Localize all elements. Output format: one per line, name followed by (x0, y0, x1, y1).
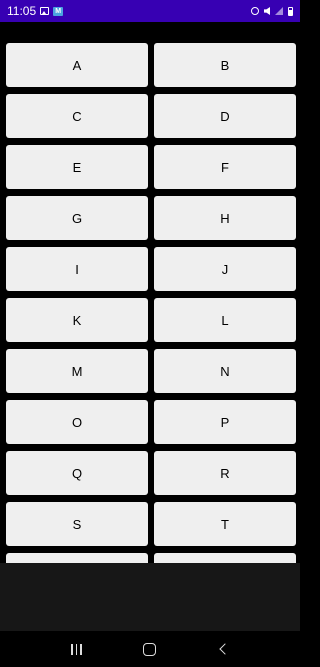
content-area: ABCDEFGHIJKLMNOPQRST (0, 22, 300, 563)
letter-button-n[interactable]: N (154, 349, 296, 393)
letter-button-j[interactable]: J (154, 247, 296, 291)
recents-button[interactable] (57, 634, 97, 664)
letter-button-l[interactable]: L (154, 298, 296, 342)
battery-icon (288, 6, 293, 16)
status-bar: 11:05 M (0, 0, 300, 22)
letter-button-g[interactable]: G (6, 196, 148, 240)
letter-button-c[interactable]: C (6, 94, 148, 138)
letter-button-m[interactable]: M (6, 349, 148, 393)
letter-button-h[interactable]: H (154, 196, 296, 240)
image-notification-icon (40, 7, 50, 15)
letter-button-k[interactable]: K (6, 298, 148, 342)
letter-button-d[interactable]: D (154, 94, 296, 138)
home-icon (143, 642, 157, 656)
lower-panel (0, 563, 300, 631)
letter-button-e[interactable]: E (6, 145, 148, 189)
status-left: 11:05 M (7, 4, 64, 18)
status-right (251, 6, 293, 16)
back-button[interactable] (203, 634, 243, 664)
letter-button-p[interactable]: P (154, 400, 296, 444)
letter-button-o[interactable]: O (6, 400, 148, 444)
signal-icon (275, 7, 283, 15)
letter-button-b[interactable]: B (154, 43, 296, 87)
letter-button-q[interactable]: Q (6, 451, 148, 495)
app-notification-icon: M (53, 6, 64, 16)
vibrate-icon (264, 7, 270, 15)
letter-button-21[interactable] (154, 553, 296, 563)
status-time: 11:05 (7, 4, 37, 18)
letter-button-r[interactable]: R (154, 451, 296, 495)
letter-button-a[interactable]: A (6, 43, 148, 87)
letter-button-s[interactable]: S (6, 502, 148, 546)
letter-button-grid: ABCDEFGHIJKLMNOPQRST (6, 43, 296, 563)
recents-icon (71, 643, 82, 655)
letter-button-f[interactable]: F (154, 145, 296, 189)
letter-button-t[interactable]: T (154, 502, 296, 546)
navigation-bar (0, 631, 300, 667)
letter-button-20[interactable] (6, 553, 148, 563)
back-icon (219, 643, 231, 655)
home-button[interactable] (130, 634, 170, 664)
letter-button-i[interactable]: I (6, 247, 148, 291)
alarm-icon (251, 7, 259, 15)
